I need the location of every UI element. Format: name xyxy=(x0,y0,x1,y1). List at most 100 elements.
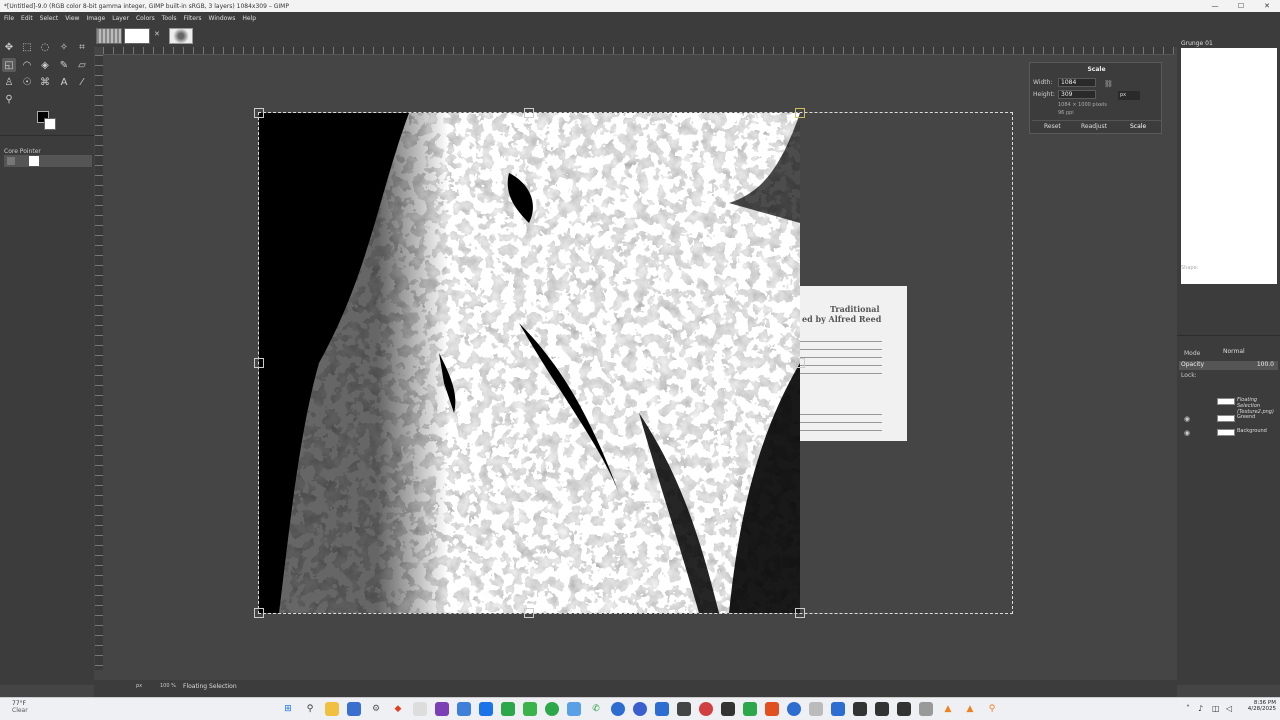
device-status-row[interactable] xyxy=(4,155,92,167)
system-clock[interactable]: 8:36 PM 4/28/2025 xyxy=(1240,700,1276,712)
transform-handle-bottom-right[interactable] xyxy=(795,608,805,618)
paths-tool-icon[interactable]: ⌘ xyxy=(38,75,52,89)
network-icon[interactable]: ◫ xyxy=(1212,704,1220,713)
menu-windows[interactable]: Windows xyxy=(205,15,239,22)
start-icon[interactable]: ⊞ xyxy=(281,702,295,716)
crop-tool-icon[interactable]: ⌗ xyxy=(75,40,89,54)
clone-tool-icon[interactable]: ♙ xyxy=(2,75,16,89)
smudge-tool-icon[interactable]: ☉ xyxy=(20,75,34,89)
app-icon[interactable] xyxy=(479,702,493,716)
menu-tools[interactable]: Tools xyxy=(158,15,180,22)
menu-help[interactable]: Help xyxy=(238,15,259,22)
app-icon[interactable] xyxy=(633,702,647,716)
menu-colors[interactable]: Colors xyxy=(132,15,158,22)
phone-icon[interactable]: ✆ xyxy=(589,702,603,716)
weather-widget[interactable]: 77°F Clear xyxy=(12,700,28,714)
transform-handle-top[interactable] xyxy=(524,108,534,118)
app-icon[interactable] xyxy=(501,702,515,716)
close-window-button[interactable]: ✕ xyxy=(1254,0,1280,12)
image-tab-3[interactable] xyxy=(169,28,193,44)
reset-button[interactable]: Reset xyxy=(1044,123,1061,130)
scale-button[interactable]: Scale xyxy=(1130,123,1146,130)
dock-tabs[interactable] xyxy=(1177,25,1280,37)
height-input[interactable]: 309 xyxy=(1058,90,1096,99)
layer-row[interactable]: ◉ Greend xyxy=(1177,412,1280,426)
image-tab-1[interactable] xyxy=(96,28,122,44)
canvas-area[interactable]: Traditional ed by Alfred Reed xyxy=(103,55,1175,670)
minimize-button[interactable]: — xyxy=(1202,0,1228,12)
search-icon[interactable]: ⚲ xyxy=(303,702,317,716)
horizontal-ruler[interactable] xyxy=(103,47,1175,55)
readjust-button[interactable]: Readjust xyxy=(1081,123,1107,130)
paintbrush-tool-icon[interactable]: ✎ xyxy=(57,58,71,72)
transform-handle-top-left[interactable] xyxy=(254,108,264,118)
menu-image[interactable]: Image xyxy=(82,15,108,22)
layers-panel-tabs[interactable] xyxy=(1177,335,1280,345)
text-tool-icon[interactable]: A xyxy=(57,75,71,89)
tray-chevron-icon[interactable]: ˄ xyxy=(1186,704,1190,713)
app-icon[interactable] xyxy=(831,702,845,716)
maximize-button[interactable]: ☐ xyxy=(1228,0,1254,12)
mode-select[interactable]: Normal xyxy=(1223,348,1257,357)
layer-row[interactable]: Floating Selection (Texture2.png) xyxy=(1177,395,1280,415)
zoom-select[interactable]: 100 % xyxy=(160,683,176,689)
app-icon[interactable] xyxy=(699,702,713,716)
fuzzy-select-tool-icon[interactable]: ✧ xyxy=(57,40,71,54)
layer-row[interactable]: ◉ Background xyxy=(1177,426,1280,440)
menu-edit[interactable]: Edit xyxy=(17,15,36,22)
app-icon[interactable] xyxy=(413,702,427,716)
file-explorer-icon[interactable] xyxy=(325,702,339,716)
app-icon[interactable] xyxy=(523,702,537,716)
gimp-icon[interactable] xyxy=(919,702,933,716)
unit-select[interactable]: px xyxy=(1118,91,1140,100)
menu-view[interactable]: View xyxy=(61,15,82,22)
unit-select[interactable]: px xyxy=(136,683,142,689)
app-icon[interactable] xyxy=(545,702,559,716)
rect-select-tool-icon[interactable]: ⬚ xyxy=(20,40,34,54)
menu-file[interactable]: File xyxy=(0,15,17,22)
app-icon[interactable] xyxy=(435,702,449,716)
app-icon[interactable] xyxy=(897,702,911,716)
bucket-fill-tool-icon[interactable]: ◈ xyxy=(38,58,52,72)
app-icon[interactable] xyxy=(655,702,669,716)
lasso-tool-icon[interactable]: ◌ xyxy=(38,40,52,54)
warp-tool-icon[interactable]: ◠ xyxy=(20,58,34,72)
settings-icon[interactable]: ⚙ xyxy=(369,702,383,716)
eye-icon[interactable]: ◉ xyxy=(1184,429,1190,437)
app-icon[interactable] xyxy=(765,702,779,716)
app-icon[interactable] xyxy=(611,702,625,716)
transform-handle-top-right[interactable] xyxy=(795,108,805,118)
opacity-slider[interactable]: Opacity 100.0 xyxy=(1179,361,1278,370)
tool-options-tabs[interactable] xyxy=(0,135,94,143)
brave-icon[interactable]: ◆ xyxy=(391,702,405,716)
vlc-icon[interactable]: ▲ xyxy=(963,702,977,716)
image-tab-2[interactable] xyxy=(124,28,150,44)
terminal-icon[interactable] xyxy=(853,702,867,716)
zoom-tool-icon[interactable]: ⚲ xyxy=(2,92,16,106)
app-icon[interactable] xyxy=(809,702,823,716)
volume-icon[interactable]: ◁ xyxy=(1226,704,1232,713)
menu-select[interactable]: Select xyxy=(36,15,62,22)
app-icon[interactable] xyxy=(743,702,757,716)
app-icon[interactable] xyxy=(875,702,889,716)
transform-handle-left[interactable] xyxy=(254,358,264,368)
transform-handle-bottom[interactable] xyxy=(524,608,534,618)
transform-handle-right[interactable] xyxy=(795,358,805,368)
eraser-tool-icon[interactable]: ▱ xyxy=(75,58,89,72)
app-icon[interactable] xyxy=(721,702,735,716)
vertical-ruler[interactable] xyxy=(95,55,103,670)
width-input[interactable]: 1084 xyxy=(1058,78,1096,87)
app-icon[interactable]: ▲ xyxy=(941,702,955,716)
background-color-swatch[interactable] xyxy=(44,118,56,130)
layers-actions-bar[interactable] xyxy=(1177,680,1280,688)
menu-layer[interactable]: Layer xyxy=(108,15,132,22)
app-icon[interactable] xyxy=(457,702,471,716)
fg-bg-colors[interactable] xyxy=(37,111,59,133)
app-icon[interactable] xyxy=(567,702,581,716)
move-tool-icon[interactable]: ✥ xyxy=(2,40,16,54)
app-icon[interactable] xyxy=(787,702,801,716)
menu-filters[interactable]: Filters xyxy=(180,15,205,22)
app-icon[interactable]: ⚲ xyxy=(985,702,999,716)
transform-handle-bottom-left[interactable] xyxy=(254,608,264,618)
chain-link-icon[interactable]: ⛓ xyxy=(1104,80,1113,88)
